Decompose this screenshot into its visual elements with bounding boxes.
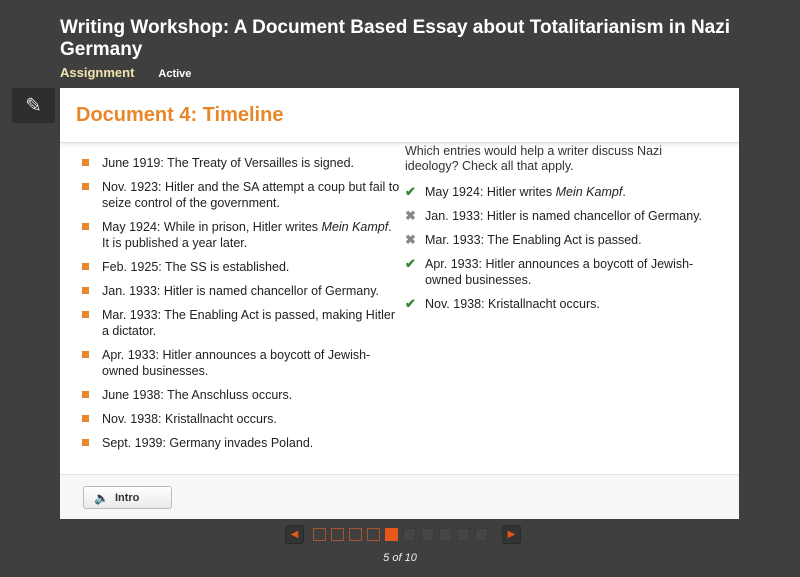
entry-text-pre: June 1919: The Treaty of Versailles is s… bbox=[102, 156, 355, 170]
cross-icon: ✖ bbox=[405, 208, 416, 223]
timeline-item: June 1938: The Anschluss occurs. bbox=[82, 387, 402, 403]
timeline-item: Feb. 1925: The SS is established. bbox=[82, 259, 402, 275]
assignment-nav: Assignment Active bbox=[60, 65, 191, 80]
pager: ◀ ▶ bbox=[285, 525, 521, 544]
entry-text-pre: May 1924: Hitler writes bbox=[425, 185, 556, 199]
timeline-item: Mar. 1933: The Enabling Act is passed, m… bbox=[82, 307, 402, 339]
entry-text-pre: Mar. 1933: The Enabling Act is passed. bbox=[425, 233, 642, 247]
entry-text-pre: June 1938: The Anschluss occurs. bbox=[102, 388, 293, 402]
answer-option[interactable]: ✖ Mar. 1933: The Enabling Act is passed. bbox=[405, 232, 705, 248]
entry-text-pre: Sept. 1939: Germany invades Poland. bbox=[102, 436, 314, 450]
timeline-item: Nov. 1923: Hitler and the SA attempt a c… bbox=[82, 179, 402, 211]
card-header: Document 4: Timeline bbox=[60, 88, 739, 143]
page-dot[interactable] bbox=[439, 528, 452, 541]
entry-text-pre: Feb. 1925: The SS is established. bbox=[102, 260, 290, 274]
answer-option[interactable]: ✔ Nov. 1938: Kristallnacht occurs. bbox=[405, 296, 705, 312]
entry-text-pre: Jan. 1933: Hitler is named chancellor of… bbox=[102, 284, 379, 298]
bullet-icon bbox=[82, 415, 89, 422]
bullet-icon bbox=[82, 311, 89, 318]
bullet-icon bbox=[82, 183, 89, 190]
entry-text-pre: Apr. 1933: Hitler announces a boycott of… bbox=[102, 348, 371, 378]
next-button[interactable]: ▶ bbox=[502, 525, 521, 544]
previous-button[interactable]: ◀ bbox=[285, 525, 304, 544]
assignment-label: Assignment bbox=[60, 65, 135, 80]
entry-text-pre: May 1924: While in prison, Hitler writes bbox=[102, 220, 322, 234]
intro-button[interactable]: 🔈 Intro bbox=[83, 486, 172, 509]
bullet-icon bbox=[82, 391, 89, 398]
cross-icon: ✖ bbox=[405, 232, 416, 247]
page-dot[interactable] bbox=[313, 528, 326, 541]
bullet-icon bbox=[82, 439, 89, 446]
assignment-title: Writing Workshop: A Document Based Essay… bbox=[60, 17, 731, 60]
check-icon: ✔ bbox=[405, 184, 416, 199]
bullet-icon bbox=[82, 223, 89, 230]
entry-text-pre: Mar. 1933: The Enabling Act is passed, m… bbox=[102, 308, 395, 338]
status-label: Active bbox=[158, 68, 192, 80]
answer-list: ✔ May 1924: Hitler writes Mein Kampf. ✖ Jan… bbox=[405, 184, 705, 312]
answer-option[interactable]: ✔ Apr. 1933: Hitler announces a boycott o… bbox=[405, 256, 705, 288]
answer-option[interactable]: ✖ Jan. 1933: Hitler is named chancellor o… bbox=[405, 208, 705, 224]
timeline-list: June 1919: The Treaty of Versailles is s… bbox=[82, 155, 402, 459]
speaker-icon: 🔈 bbox=[94, 490, 109, 505]
entry-text-pre: Jan. 1933: Hitler is named chancellor of… bbox=[425, 209, 702, 223]
check-icon: ✔ bbox=[405, 296, 416, 311]
bullet-icon bbox=[82, 159, 89, 166]
timeline-item: Sept. 1939: Germany invades Poland. bbox=[82, 435, 402, 451]
check-icon: ✔ bbox=[405, 256, 416, 271]
content-card: Document 4: Timeline June 1919: The Trea… bbox=[60, 88, 739, 519]
pencil-icon[interactable]: ✎ bbox=[12, 88, 55, 123]
page-dot[interactable] bbox=[367, 528, 380, 541]
timeline-item: Jan. 1933: Hitler is named chancellor of… bbox=[82, 283, 402, 299]
bullet-icon bbox=[82, 263, 89, 270]
page-dot[interactable] bbox=[331, 528, 344, 541]
entry-text-em: Mein Kampf bbox=[555, 185, 623, 199]
entry-text-pre: Apr. 1933: Hitler announces a boycott of… bbox=[425, 257, 694, 287]
entry-text-post: . bbox=[622, 185, 626, 199]
page-dot[interactable] bbox=[421, 528, 434, 541]
timeline-item: Nov. 1938: Kristallnacht occurs. bbox=[82, 411, 402, 427]
entry-text-em: Mein Kampf bbox=[321, 220, 389, 234]
question-panel: Which entries would help a writer discus… bbox=[405, 144, 705, 320]
timeline-item: May 1924: While in prison, Hitler writes… bbox=[82, 219, 402, 251]
card-footer: 🔈 Intro bbox=[60, 474, 739, 519]
page-dot[interactable] bbox=[475, 528, 488, 541]
page-dots bbox=[313, 528, 493, 541]
answer-option[interactable]: ✔ May 1924: Hitler writes Mein Kampf. bbox=[405, 184, 705, 200]
timeline-item: Apr. 1933: Hitler announces a boycott of… bbox=[82, 347, 402, 379]
bullet-icon bbox=[82, 351, 89, 358]
document-title: Document 4: Timeline bbox=[76, 104, 284, 126]
bullet-icon bbox=[82, 287, 89, 294]
entry-text-pre: Nov. 1923: Hitler and the SA attempt a c… bbox=[102, 180, 400, 210]
page-dot[interactable] bbox=[403, 528, 416, 541]
intro-label: Intro bbox=[114, 491, 140, 504]
page-dot[interactable] bbox=[457, 528, 470, 541]
entry-text-pre: Nov. 1938: Kristallnacht occurs. bbox=[425, 297, 600, 311]
page-dot[interactable] bbox=[385, 528, 398, 541]
page-dot[interactable] bbox=[349, 528, 362, 541]
question-prompt: Which entries would help a writer discus… bbox=[405, 144, 663, 173]
timeline-item: June 1919: The Treaty of Versailles is s… bbox=[82, 155, 402, 171]
entry-text-pre: Nov. 1938: Kristallnacht occurs. bbox=[102, 412, 277, 426]
page-indicator: 5 of 10 bbox=[383, 552, 417, 564]
